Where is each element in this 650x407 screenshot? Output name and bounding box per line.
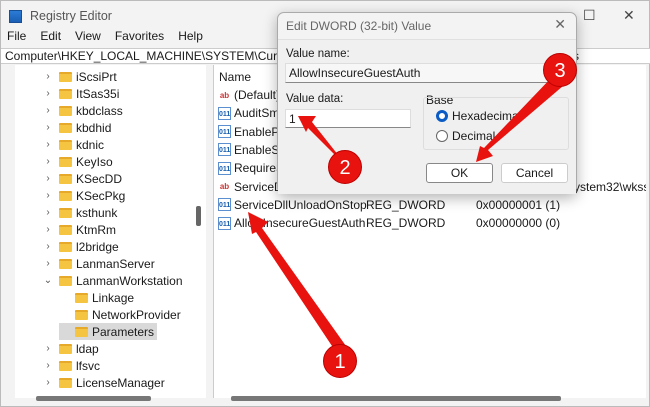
- annotation-badge-2: 2: [328, 150, 362, 184]
- arrow-3: [476, 76, 563, 162]
- annotation-badge-3: 3: [543, 53, 577, 87]
- arrow-1: [248, 212, 346, 352]
- annotation-badge-1: 1: [323, 344, 357, 378]
